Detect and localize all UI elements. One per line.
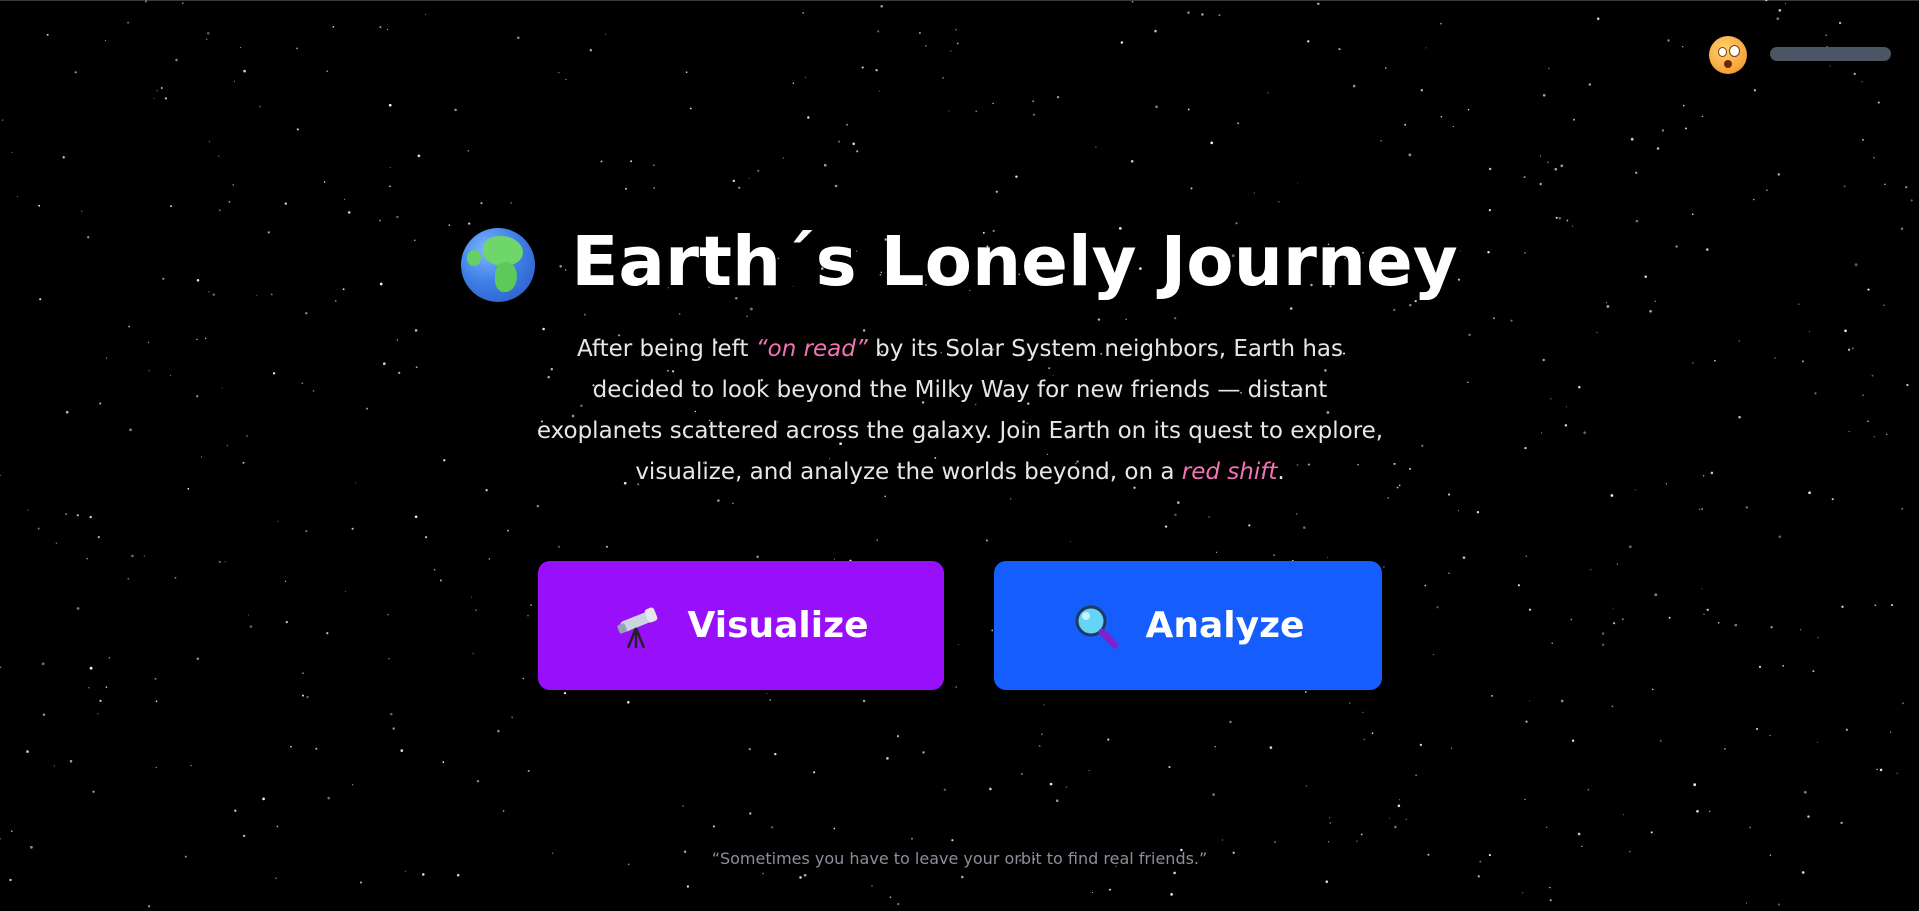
analyze-button-label: Analyze xyxy=(1145,605,1305,646)
title-row: Earth´s Lonely Journey xyxy=(0,222,1919,302)
analyze-button[interactable]: Analyze xyxy=(994,561,1382,690)
visualize-button[interactable]: Visualize xyxy=(538,561,944,690)
hero-section: Earth´s Lonely Journey After being left … xyxy=(0,0,1919,911)
description-text-3: . xyxy=(1277,459,1285,485)
description-text-1: After being left xyxy=(576,336,756,362)
hero-description: After being left “on read” by its Solar … xyxy=(530,329,1390,493)
footer-quote: “Sometimes you have to leave your orbit … xyxy=(711,849,1208,868)
globe-europe-africa-icon xyxy=(461,228,536,302)
description-accent-red-shift: red shift xyxy=(1181,459,1278,485)
description-accent-on-read: “on read” xyxy=(755,336,868,362)
magnifying-glass-icon xyxy=(1072,602,1120,650)
telescope-icon xyxy=(614,602,662,650)
visualize-button-label: Visualize xyxy=(687,605,869,646)
page-title: Earth´s Lonely Journey xyxy=(571,222,1458,302)
